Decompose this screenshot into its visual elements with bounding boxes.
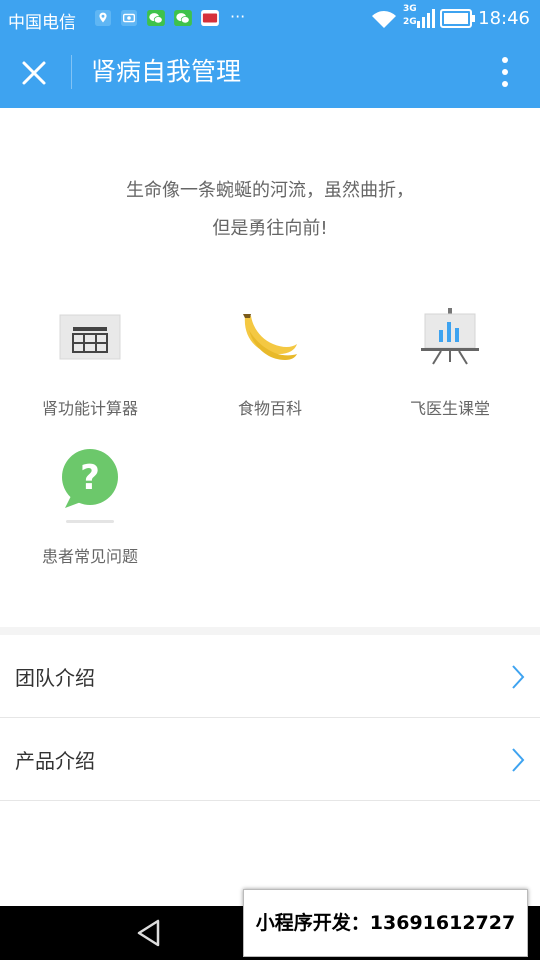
grid-item-label: 飞医生课堂	[409, 399, 490, 418]
grid-item-patient-faq[interactable]: ? 患者常见问题	[0, 440, 180, 570]
grid-item-kidney-calculator[interactable]: 肾功能计算器	[0, 300, 180, 430]
question-bubble-icon: ?	[62, 449, 118, 523]
clock-time: 18:46	[478, 8, 530, 29]
app-notification-icon	[201, 10, 219, 26]
status-bar: 中国电信 ··· 3G 2G 18:46	[0, 0, 540, 37]
list-item-product-intro[interactable]: 产品介绍	[0, 718, 540, 801]
network-3g: 3G	[403, 4, 417, 14]
app-bar: 肾病自我管理	[0, 37, 540, 108]
close-icon[interactable]	[14, 53, 54, 93]
back-triangle-icon[interactable]	[134, 918, 164, 948]
more-notifications: ···	[230, 7, 246, 26]
wechat-icon	[147, 10, 165, 26]
chevron-right-icon	[512, 748, 525, 772]
motto-text: 生命像一条蜿蜒的河流，虽然曲折， 但是勇往向前!	[0, 172, 540, 248]
app-bar-divider	[71, 55, 72, 89]
svg-text:?: ?	[80, 458, 100, 498]
wechat-icon-2	[174, 10, 192, 26]
motto-line-1: 生命像一条蜿蜒的河流，虽然曲折，	[126, 180, 414, 201]
wifi-icon	[372, 11, 396, 28]
page-title: 肾病自我管理	[91, 57, 242, 86]
more-vertical-icon[interactable]	[490, 53, 520, 93]
calculator-icon	[59, 314, 121, 360]
list-item-label: 产品介绍	[15, 749, 95, 773]
signal-icon	[417, 9, 435, 28]
grid-item-label: 肾功能计算器	[41, 399, 138, 418]
grid-item-label: 食物百科	[237, 399, 302, 418]
developer-watermark: 小程序开发：13691612727	[243, 889, 528, 957]
motto-line-2: 但是勇往向前!	[212, 218, 328, 239]
section-divider	[0, 627, 540, 635]
network-2g: 2G	[403, 17, 417, 27]
grid-item-food-encyclopedia[interactable]: 食物百科	[180, 300, 360, 430]
carrier-name: 中国电信	[8, 13, 76, 33]
location-icon	[95, 10, 111, 26]
banana-icon	[243, 314, 297, 360]
grid-item-doctor-classroom[interactable]: 飞医生课堂	[360, 300, 540, 430]
chevron-right-icon	[512, 665, 525, 689]
grid-item-label: 患者常见问题	[41, 547, 138, 566]
battery-icon	[440, 9, 475, 28]
presentation-board-icon	[421, 308, 479, 365]
list-item-label: 团队介绍	[15, 666, 95, 690]
list-item-team-intro[interactable]: 团队介绍	[0, 635, 540, 718]
camera-icon	[121, 10, 137, 26]
